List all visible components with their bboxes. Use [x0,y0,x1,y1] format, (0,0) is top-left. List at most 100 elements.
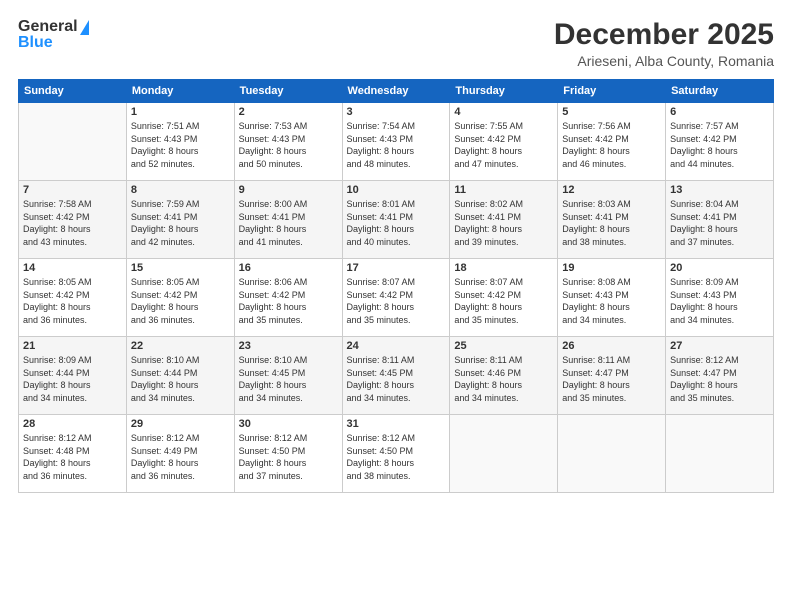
day-info: Sunrise: 8:07 AM Sunset: 4:42 PM Dayligh… [347,276,446,326]
logo-triangle-icon [80,20,89,35]
day-info: Sunrise: 8:12 AM Sunset: 4:50 PM Dayligh… [347,432,446,482]
day-number: 10 [347,184,446,196]
month-title: December 2025 [554,18,774,51]
calendar-cell [19,103,127,181]
day-number: 4 [454,106,553,118]
calendar-cell: 28Sunrise: 8:12 AM Sunset: 4:48 PM Dayli… [19,415,127,493]
calendar-cell: 29 Sunrise: 8:12 AM Sunset: 4:49 PM Dayli… [126,415,234,493]
calendar-cell: 17 Sunrise: 8:07 AM Sunset: 4:42 PM Dayli… [342,259,450,337]
day-info: Sunrise: 7:54 AM Sunset: 4:43 PM Dayligh… [347,120,446,170]
day-number: 7 [23,184,122,196]
day-info: Sunrise: 8:11 AM Sunset: 4:45 PM Dayligh… [347,354,446,404]
calendar-header-sunday: Sunday [19,80,127,103]
calendar-cell: 2Sunrise: 7:53 AM Sunset: 4:43 PM Daylig… [234,103,342,181]
day-number: 16 [239,262,338,274]
title-block: December 2025 Arieseni, Alba County, Rom… [554,18,774,69]
logo-blue: Blue [18,34,89,52]
calendar-week-1: 1 Sunrise: 7:51 AM Sunset: 4:43 PM Daylig… [19,103,774,181]
day-info: Sunrise: 8:12 AM Sunset: 4:50 PM Dayligh… [239,432,338,482]
calendar-cell: 22 Sunrise: 8:10 AM Sunset: 4:44 PM Dayli… [126,337,234,415]
calendar-cell: 12 Sunrise: 8:03 AM Sunset: 4:41 PM Dayli… [558,181,666,259]
calendar-cell: 1 Sunrise: 7:51 AM Sunset: 4:43 PM Daylig… [126,103,234,181]
day-number: 18 [454,262,553,274]
day-info: Sunrise: 8:11 AM Sunset: 4:46 PM Dayligh… [454,354,553,404]
day-number: 31 [347,418,446,430]
day-number: 9 [239,184,338,196]
calendar-cell: 13Sunrise: 8:04 AM Sunset: 4:41 PM Dayli… [666,181,774,259]
day-number: 27 [670,340,769,352]
calendar-header-friday: Friday [558,80,666,103]
calendar-week-4: 21 Sunrise: 8:09 AM Sunset: 4:44 PM Dayli… [19,337,774,415]
day-info: Sunrise: 8:08 AM Sunset: 4:43 PM Dayligh… [562,276,661,326]
calendar-cell: 16 Sunrise: 8:06 AM Sunset: 4:42 PM Dayli… [234,259,342,337]
calendar-header-tuesday: Tuesday [234,80,342,103]
day-info: Sunrise: 8:12 AM Sunset: 4:47 PM Dayligh… [670,354,769,404]
calendar-header-row: SundayMondayTuesdayWednesdayThursdayFrid… [19,80,774,103]
day-info: Sunrise: 8:03 AM Sunset: 4:41 PM Dayligh… [562,198,661,248]
day-info: Sunrise: 8:05 AM Sunset: 4:42 PM Dayligh… [131,276,230,326]
day-number: 8 [131,184,230,196]
calendar-cell: 21 Sunrise: 8:09 AM Sunset: 4:44 PM Dayli… [19,337,127,415]
day-info: Sunrise: 7:57 AM Sunset: 4:42 PM Dayligh… [670,120,769,170]
calendar-cell: 3Sunrise: 7:54 AM Sunset: 4:43 PM Daylig… [342,103,450,181]
calendar-cell: 5 Sunrise: 7:56 AM Sunset: 4:42 PM Daylig… [558,103,666,181]
day-number: 17 [347,262,446,274]
calendar-week-2: 7Sunrise: 7:58 AM Sunset: 4:42 PM Daylig… [19,181,774,259]
calendar-cell: 26 Sunrise: 8:11 AM Sunset: 4:47 PM Dayli… [558,337,666,415]
day-info: Sunrise: 7:51 AM Sunset: 4:43 PM Dayligh… [131,120,230,170]
day-info: Sunrise: 8:06 AM Sunset: 4:42 PM Dayligh… [239,276,338,326]
calendar-week-3: 14Sunrise: 8:05 AM Sunset: 4:42 PM Dayli… [19,259,774,337]
calendar-cell [450,415,558,493]
day-info: Sunrise: 8:00 AM Sunset: 4:41 PM Dayligh… [239,198,338,248]
day-info: Sunrise: 7:59 AM Sunset: 4:41 PM Dayligh… [131,198,230,248]
day-info: Sunrise: 8:10 AM Sunset: 4:44 PM Dayligh… [131,354,230,404]
calendar-cell: 18Sunrise: 8:07 AM Sunset: 4:42 PM Dayli… [450,259,558,337]
calendar-cell: 6 Sunrise: 7:57 AM Sunset: 4:42 PM Daylig… [666,103,774,181]
day-info: Sunrise: 7:56 AM Sunset: 4:42 PM Dayligh… [562,120,661,170]
calendar-cell: 9 Sunrise: 8:00 AM Sunset: 4:41 PM Daylig… [234,181,342,259]
day-number: 5 [562,106,661,118]
calendar-header-monday: Monday [126,80,234,103]
day-info: Sunrise: 7:53 AM Sunset: 4:43 PM Dayligh… [239,120,338,170]
day-number: 20 [670,262,769,274]
calendar-cell: 24Sunrise: 8:11 AM Sunset: 4:45 PM Dayli… [342,337,450,415]
calendar-cell [666,415,774,493]
day-number: 6 [670,106,769,118]
day-number: 30 [239,418,338,430]
day-number: 28 [23,418,122,430]
day-number: 15 [131,262,230,274]
calendar-cell: 20Sunrise: 8:09 AM Sunset: 4:43 PM Dayli… [666,259,774,337]
day-number: 25 [454,340,553,352]
day-number: 29 [131,418,230,430]
calendar-header-thursday: Thursday [450,80,558,103]
header: General Blue December 2025 Arieseni, Alb… [18,18,774,69]
calendar-cell: 8 Sunrise: 7:59 AM Sunset: 4:41 PM Daylig… [126,181,234,259]
day-number: 26 [562,340,661,352]
calendar-cell: 4 Sunrise: 7:55 AM Sunset: 4:42 PM Daylig… [450,103,558,181]
page: General Blue December 2025 Arieseni, Alb… [0,0,792,612]
calendar-cell: 11Sunrise: 8:02 AM Sunset: 4:41 PM Dayli… [450,181,558,259]
day-info: Sunrise: 8:10 AM Sunset: 4:45 PM Dayligh… [239,354,338,404]
logo: General Blue [18,18,89,52]
calendar-week-5: 28Sunrise: 8:12 AM Sunset: 4:48 PM Dayli… [19,415,774,493]
day-number: 23 [239,340,338,352]
day-info: Sunrise: 8:09 AM Sunset: 4:44 PM Dayligh… [23,354,122,404]
calendar-header-saturday: Saturday [666,80,774,103]
day-number: 19 [562,262,661,274]
day-info: Sunrise: 7:55 AM Sunset: 4:42 PM Dayligh… [454,120,553,170]
calendar-cell: 25 Sunrise: 8:11 AM Sunset: 4:46 PM Dayli… [450,337,558,415]
day-info: Sunrise: 8:01 AM Sunset: 4:41 PM Dayligh… [347,198,446,248]
calendar-table: SundayMondayTuesdayWednesdayThursdayFrid… [18,79,774,493]
day-info: Sunrise: 8:02 AM Sunset: 4:41 PM Dayligh… [454,198,553,248]
day-number: 12 [562,184,661,196]
calendar-cell: 30 Sunrise: 8:12 AM Sunset: 4:50 PM Dayli… [234,415,342,493]
day-number: 21 [23,340,122,352]
calendar-cell: 31 Sunrise: 8:12 AM Sunset: 4:50 PM Dayli… [342,415,450,493]
day-info: Sunrise: 8:11 AM Sunset: 4:47 PM Dayligh… [562,354,661,404]
calendar-cell: 15 Sunrise: 8:05 AM Sunset: 4:42 PM Dayli… [126,259,234,337]
day-number: 1 [131,106,230,118]
location-title: Arieseni, Alba County, Romania [554,53,774,69]
day-info: Sunrise: 8:12 AM Sunset: 4:49 PM Dayligh… [131,432,230,482]
calendar-cell: 10 Sunrise: 8:01 AM Sunset: 4:41 PM Dayli… [342,181,450,259]
day-number: 22 [131,340,230,352]
